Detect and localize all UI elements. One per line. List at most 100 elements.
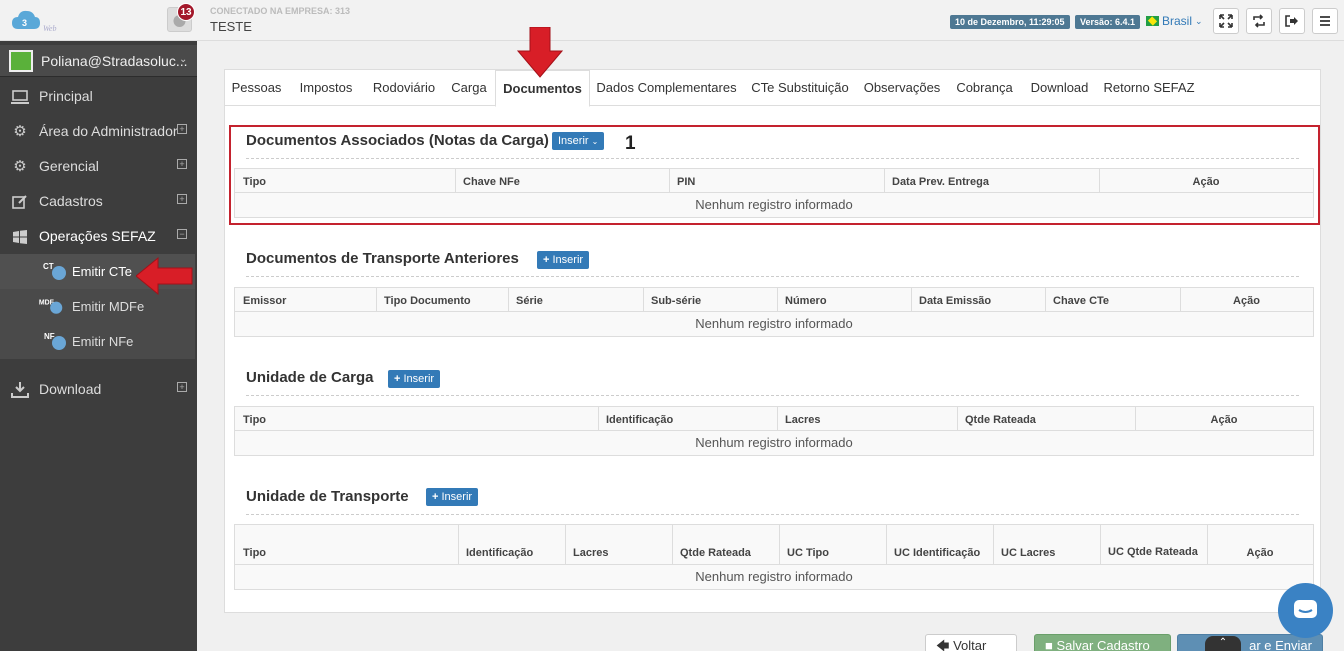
col-header: UC Qtde Rateada xyxy=(1108,546,1198,558)
sidebar-item-label: Download xyxy=(39,381,102,397)
expand-icon[interactable]: + xyxy=(177,194,187,204)
tab-rodoviario[interactable]: Rodoviário xyxy=(364,70,444,106)
edit-icon xyxy=(12,195,27,209)
brazil-flag-icon xyxy=(1146,16,1159,26)
sidebar-item-label: Cadastros xyxy=(39,193,103,209)
subitem-badge: MDF xyxy=(39,299,54,306)
collapse-icon[interactable]: − xyxy=(177,229,187,239)
user-menu[interactable]: Poliana@Stradasoluc... ⌄ xyxy=(0,45,197,77)
col-header: Identificação xyxy=(466,547,534,559)
plus-icon: + xyxy=(394,373,401,385)
tab-pessoas[interactable]: Pessoas xyxy=(225,70,288,106)
floppy-icon: ■ xyxy=(1045,638,1053,651)
language-label: Brasil xyxy=(1162,14,1193,28)
scroll-top-button[interactable]: ⌃ xyxy=(1205,636,1241,651)
col-header: Número xyxy=(785,295,827,307)
col-header: Emissor xyxy=(243,295,287,307)
tab-impostos[interactable]: Impostos xyxy=(288,70,364,106)
back-label: Voltar xyxy=(953,638,987,651)
chat-widget-button[interactable] xyxy=(1278,583,1333,638)
insert-button[interactable]: + Inserir xyxy=(426,488,479,506)
table-unidade-carga: Tipo Identificação Lacres Qtde Rateada A… xyxy=(234,406,1314,456)
chevron-down-icon: ⌄ xyxy=(1195,15,1203,26)
insert-label: Inserir xyxy=(403,373,435,385)
tab-retorno-sefaz[interactable]: Retorno SEFAZ xyxy=(1099,70,1199,106)
save-button[interactable]: ■ Salvar Cadastro xyxy=(1034,634,1171,651)
empty-row: Nenhum registro informado xyxy=(235,565,1313,589)
expand-icon[interactable]: + xyxy=(177,159,187,169)
annotation-number: 1 xyxy=(625,133,636,154)
col-header: Qtde Rateada xyxy=(965,414,1036,426)
section-title-documentos-anteriores: Documentos de Transporte Anteriores xyxy=(246,250,519,267)
sidebar-item-gerencial[interactable]: ⚙ Gerencial + xyxy=(0,149,197,184)
section-title-unidade-transporte: Unidade de Transporte xyxy=(246,488,409,505)
divider xyxy=(246,276,1299,277)
tab-observacoes[interactable]: Observações xyxy=(857,70,947,106)
tab-cobranca[interactable]: Cobrança xyxy=(947,70,1022,106)
insert-label: Inserir xyxy=(441,491,473,503)
subitem-badge: CT xyxy=(43,262,54,271)
tab-carga[interactable]: Carga xyxy=(444,70,494,106)
nfe-document-icon: NF xyxy=(44,332,66,350)
menu-button[interactable] xyxy=(1312,8,1338,34)
insert-button[interactable]: + Inserir xyxy=(388,370,441,388)
back-button[interactable]: 🡄 Voltar xyxy=(925,634,1017,651)
col-header: Identificação xyxy=(606,414,674,426)
sidebar-subitem-emitir-nfe[interactable]: NF Emitir NFe xyxy=(0,324,195,359)
cloud-logo-icon[interactable]: 3 Web xyxy=(10,7,64,35)
insert-button[interactable]: + Inserir xyxy=(537,251,590,269)
col-header: Data Emissão xyxy=(919,295,992,307)
sidebar-item-principal[interactable]: Principal xyxy=(0,79,197,114)
cte-document-icon: CT xyxy=(43,262,66,280)
table-unidade-transporte: Tipo Identificação Lacres Qtde Rateada U… xyxy=(234,524,1314,590)
hamburger-icon xyxy=(1320,16,1330,26)
divider xyxy=(246,514,1299,515)
sidebar-item-admin[interactable]: ⚙ Área do Administrador + xyxy=(0,114,197,149)
gears-icon: ⚙ xyxy=(13,123,27,140)
company-label: CONECTADO NA EMPRESA: 313 xyxy=(210,6,351,16)
language-selector[interactable]: Brasil ⌄ xyxy=(1146,14,1203,28)
col-header: Sub-série xyxy=(651,295,702,307)
sidebar-item-label: Principal xyxy=(39,88,93,104)
save-label: Salvar Cadastro xyxy=(1056,638,1150,651)
tab-bar: Pessoas Impostos Rodoviário Carga Docume… xyxy=(225,70,1320,107)
sidebar-subitem-label: Emitir CTe xyxy=(72,264,132,279)
chat-bubble-icon xyxy=(1294,600,1317,618)
avatar xyxy=(9,50,33,72)
sidebar-item-cadastros[interactable]: Cadastros + xyxy=(0,184,197,219)
empty-row: Nenhum registro informado xyxy=(235,431,1313,455)
col-header: Tipo Documento xyxy=(384,295,471,307)
logout-icon xyxy=(1285,15,1298,27)
tab-cte-substituicao[interactable]: CTe Substituição xyxy=(745,70,855,106)
expand-icon[interactable]: + xyxy=(177,382,187,392)
retweet-icon xyxy=(1253,14,1265,28)
sidebar: Poliana@Stradasoluc... ⌄ Principal ⚙ Áre… xyxy=(0,41,197,651)
col-header: UC Tipo xyxy=(787,547,829,559)
sidebar-item-download[interactable]: Download + xyxy=(0,372,197,407)
sidebar-item-label: Operações SEFAZ xyxy=(39,228,156,244)
logout-button[interactable] xyxy=(1279,8,1305,34)
divider xyxy=(246,395,1299,396)
col-header: UC Lacres xyxy=(1001,547,1056,559)
annotation-highlight-box xyxy=(229,125,1320,225)
expand-icon[interactable]: + xyxy=(177,124,187,134)
expand-icon xyxy=(1219,14,1233,28)
tab-dados-complementares[interactable]: Dados Complementares xyxy=(592,70,741,106)
sidebar-item-operacoes-sefaz[interactable]: Operações SEFAZ − xyxy=(0,219,197,254)
fullscreen-button[interactable] xyxy=(1213,8,1239,34)
logo-text: Web xyxy=(43,24,56,33)
gears-icon: ⚙ xyxy=(13,158,27,175)
monitor-icon xyxy=(11,90,29,104)
col-header: Tipo xyxy=(243,547,267,559)
tab-download[interactable]: Download xyxy=(1022,70,1097,106)
annotation-arrow-down-icon xyxy=(517,27,563,78)
col-header: Tipo xyxy=(243,414,267,426)
windows-icon xyxy=(13,230,27,244)
annotation-arrow-left-icon xyxy=(136,256,193,296)
notification-badge[interactable]: 13 xyxy=(177,3,195,21)
table-documentos-anteriores: Emissor Tipo Documento Série Sub-série N… xyxy=(234,287,1314,337)
refresh-button[interactable] xyxy=(1246,8,1272,34)
col-header: Ação xyxy=(1246,547,1274,559)
mdfe-document-icon: MDF xyxy=(39,299,63,314)
col-header: Lacres xyxy=(573,547,609,559)
